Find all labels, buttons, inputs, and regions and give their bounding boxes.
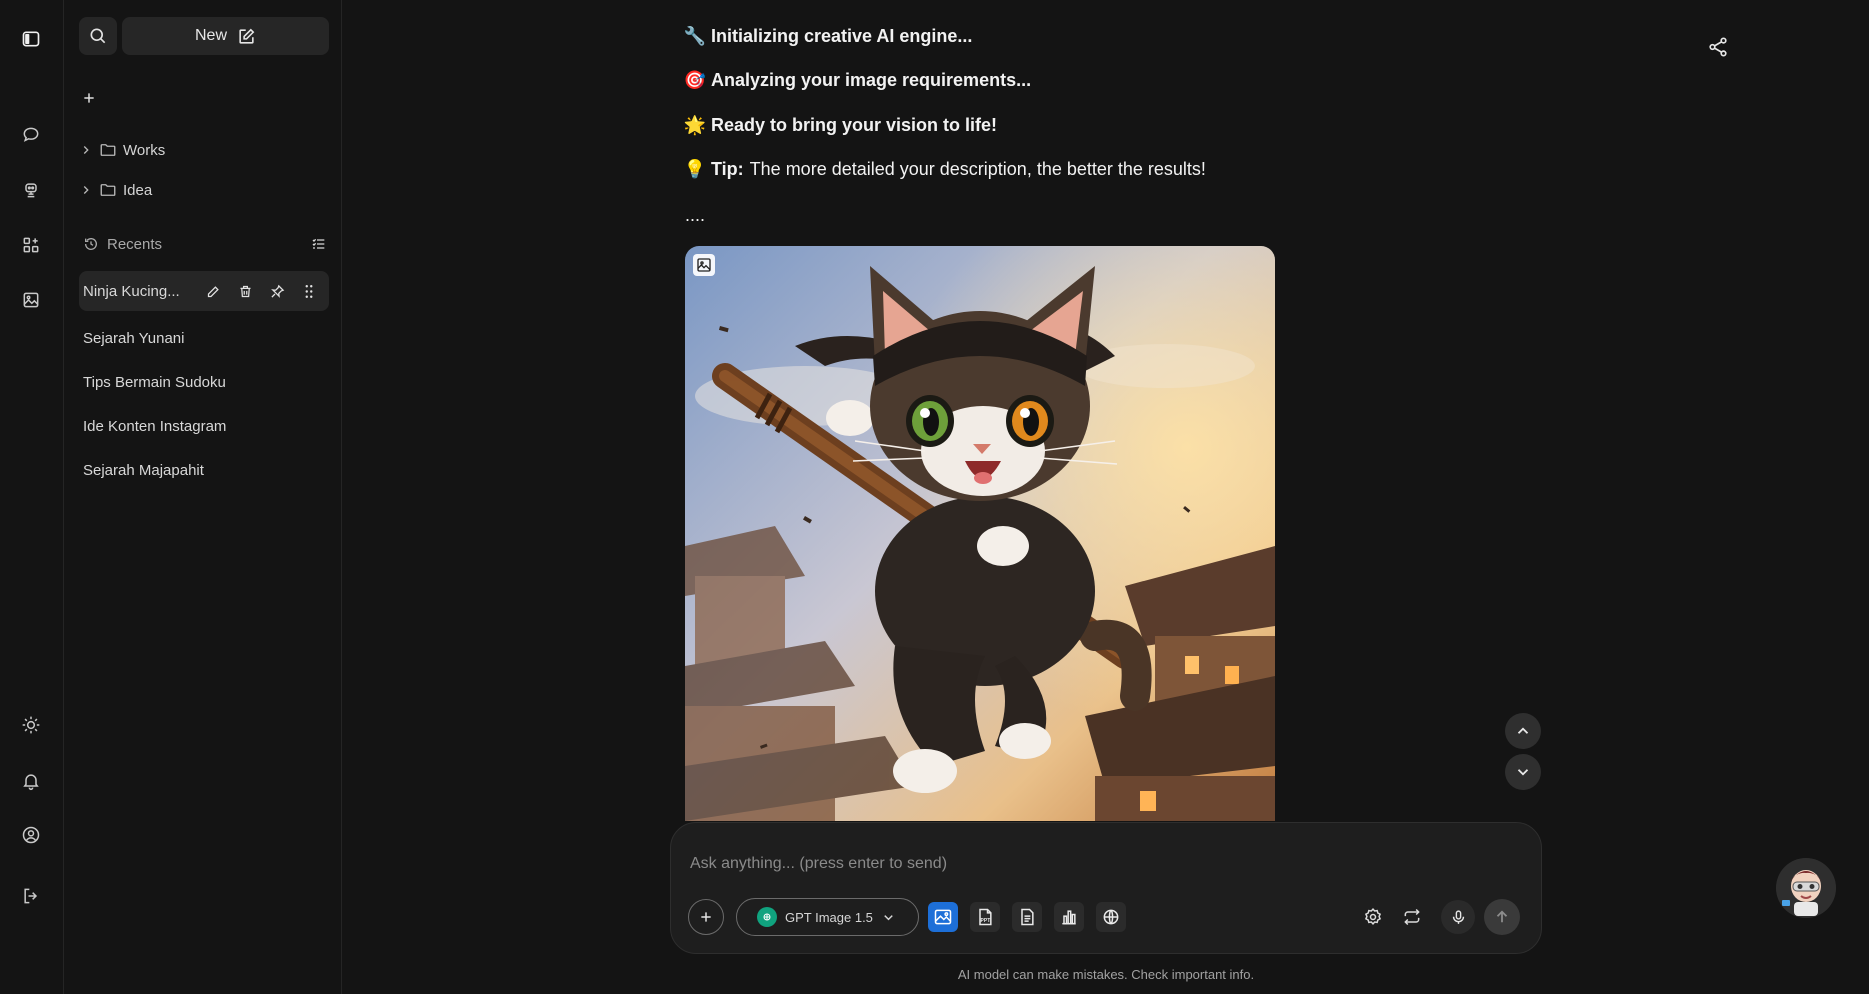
web-search-tool-button[interactable] (1096, 902, 1126, 932)
share-icon (1709, 37, 1727, 57)
chat-composer: GPT Image 1.5 PPT (670, 822, 1542, 954)
image-icon[interactable] (14, 283, 48, 317)
assistant-avatar[interactable] (1776, 858, 1836, 918)
sun-icon[interactable] (14, 708, 48, 742)
folder-works[interactable]: Works (79, 138, 165, 162)
repeat-icon (1404, 908, 1420, 926)
document-tool-button[interactable] (1012, 902, 1042, 932)
model-selector[interactable]: GPT Image 1.5 (736, 898, 919, 936)
chart-tool-button[interactable] (1054, 902, 1084, 932)
wrench-icon: 🔧 (683, 26, 707, 46)
tip-text: The more detailed your description, the … (749, 159, 1206, 179)
icon-rail (0, 0, 64, 994)
trash-icon[interactable] (233, 279, 257, 303)
scroll-down-button[interactable] (1505, 754, 1541, 790)
status-line: 🎯 Analyzing your image requirements... (683, 70, 1032, 91)
recent-item-label: Ide Konten Instagram (83, 417, 227, 435)
bar-chart-icon (1062, 910, 1076, 925)
drag-handle-icon[interactable] (297, 279, 321, 303)
plus-icon (84, 93, 94, 103)
recents-header: Recents (83, 232, 327, 256)
chat-icon[interactable] (14, 118, 48, 152)
status-text: Initializing creative AI engine... (711, 26, 973, 46)
star-icon: 🌟 (683, 115, 707, 135)
ellipsis-text: .... (685, 205, 706, 225)
recent-item-label: Tips Bermain Sudoku (83, 373, 226, 391)
chevron-down-icon (884, 914, 893, 920)
status-line: 🌟 Ready to bring your vision to life! (683, 115, 998, 136)
image-gallery-icon[interactable] (693, 254, 715, 276)
sidebar: New Works Idea Recents Ninja Kucing... S… (65, 0, 342, 994)
new-chat-label: New (194, 27, 227, 44)
folder-idea[interactable]: Idea (79, 178, 152, 202)
folder-label: Idea (123, 181, 153, 199)
search-button[interactable] (79, 17, 117, 55)
tip-label: Tip: (711, 159, 744, 179)
recents-label: Recents (107, 235, 163, 253)
recent-item-label: Sejarah Yunani (83, 329, 185, 347)
share-button[interactable] (1703, 32, 1733, 62)
new-chat-button[interactable]: New (122, 17, 329, 55)
chat-main: 🔧 Initializing creative AI engine... 🎯 A… (343, 0, 1869, 994)
attach-button[interactable] (688, 899, 724, 935)
ppt-file-icon: PPT (979, 908, 992, 926)
ninja-cat-illustration (685, 246, 1275, 821)
chat-input[interactable] (690, 853, 1390, 875)
chevron-right-icon (83, 146, 89, 154)
apps-icon[interactable] (14, 228, 48, 262)
recent-item-actions (201, 279, 329, 303)
recent-item-ide-konten-instagram[interactable]: Ide Konten Instagram (79, 406, 329, 446)
plus-icon (701, 912, 711, 922)
chevron-down-icon (1517, 769, 1529, 776)
chevron-up-icon (1517, 727, 1529, 734)
status-text: Analyzing your image requirements... (711, 70, 1032, 90)
send-button[interactable] (1484, 899, 1520, 935)
logout-icon[interactable] (14, 879, 48, 913)
recent-item-tips-bermain-sudoku[interactable]: Tips Bermain Sudoku (79, 362, 329, 402)
sidebar-toggle-icon[interactable] (14, 22, 48, 56)
tip-line: 💡 Tip: The more detailed your descriptio… (683, 159, 1206, 180)
settings-button[interactable] (1358, 902, 1388, 932)
microphone-icon (1452, 909, 1464, 924)
status-line: 🔧 Initializing creative AI engine... (683, 26, 973, 47)
gear-icon (1364, 907, 1382, 926)
edit-icon (239, 28, 255, 44)
regenerate-button[interactable] (1397, 902, 1427, 932)
scroll-up-button[interactable] (1505, 713, 1541, 749)
recent-item-label: Sejarah Majapahit (83, 461, 204, 479)
lightbulb-icon: 💡 (683, 159, 707, 179)
history-icon (85, 238, 97, 250)
status-text: Ready to bring your vision to life! (711, 115, 998, 135)
target-icon: 🎯 (683, 70, 707, 90)
svg-text:PPT: PPT (981, 918, 991, 924)
recent-item-ninja-kucing[interactable]: Ninja Kucing... (79, 271, 329, 311)
disclaimer-text: AI model can make mistakes. Check import… (957, 967, 1255, 982)
bell-icon[interactable] (14, 764, 48, 798)
image-icon (934, 909, 952, 925)
folder-icon (100, 144, 116, 156)
openai-logo-icon (757, 907, 777, 927)
arrow-up-icon (1496, 910, 1508, 923)
chevron-right-icon (83, 186, 89, 194)
generated-image[interactable] (685, 246, 1275, 821)
image-tool-button[interactable] (928, 902, 958, 932)
ppt-tool-button[interactable]: PPT (970, 902, 1000, 932)
document-icon (1021, 908, 1034, 926)
microphone-button[interactable] (1441, 900, 1475, 934)
user-circle-icon[interactable] (14, 818, 48, 852)
search-icon (90, 28, 106, 44)
folder-icon (100, 184, 116, 196)
assistant-icon[interactable] (14, 173, 48, 207)
add-folder-button[interactable] (79, 88, 99, 108)
model-label: GPT Image 1.5 (785, 909, 873, 925)
pencil-icon[interactable] (201, 279, 225, 303)
pin-icon[interactable] (265, 279, 289, 303)
recent-item-sejarah-yunani[interactable]: Sejarah Yunani (79, 318, 329, 358)
recent-item-label: Ninja Kucing... (83, 282, 180, 300)
list-view-icon[interactable] (311, 236, 327, 252)
globe-icon (1103, 909, 1119, 925)
folder-label: Works (123, 141, 166, 159)
recent-item-sejarah-majapahit[interactable]: Sejarah Majapahit (79, 450, 329, 490)
